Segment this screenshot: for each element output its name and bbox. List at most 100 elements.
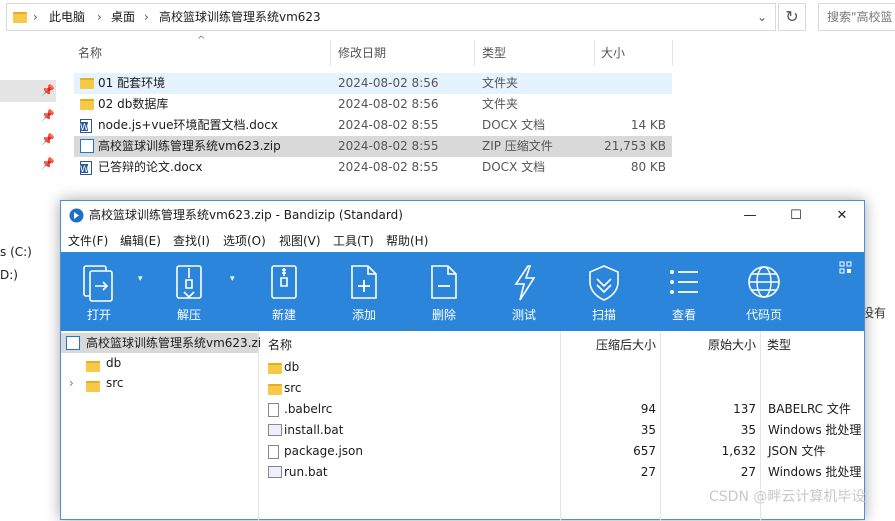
item-original-size: 1,632 [721, 444, 756, 458]
tree-item-db[interactable]: db [61, 353, 258, 373]
extract-label: 解压 [176, 308, 201, 322]
address-bar[interactable]: › 此电脑 › 桌面 › 高校篮球训练管理系统vm623 ⌄ [6, 3, 776, 31]
new-archive-button[interactable]: 新建 [244, 252, 324, 331]
list-item[interactable]: db [260, 357, 864, 378]
folder-icon [13, 12, 27, 23]
codepage-button[interactable]: 代码页 [724, 252, 804, 331]
item-type: Windows 批处理 [768, 465, 862, 479]
drive-d[interactable]: D:) [0, 268, 18, 282]
chevron-down-icon[interactable]: ▾ [138, 274, 143, 284]
breadcrumb-this-pc[interactable]: 此电脑 [49, 4, 85, 30]
menu-find[interactable]: 查找(I) [173, 230, 210, 252]
list-item[interactable]: src [260, 378, 864, 399]
item-compressed-size: 27 [640, 465, 656, 479]
view-button[interactable]: 查看 [644, 252, 724, 331]
minimize-button[interactable]: — [727, 201, 773, 230]
close-button[interactable]: ✕ [819, 201, 865, 230]
breadcrumb-folder[interactable]: 高校篮球训练管理系统vm623 [159, 4, 321, 30]
new-archive-icon [271, 265, 297, 299]
file-name: 已答辩的论文.docx [98, 160, 203, 174]
column-name[interactable]: 名称 [268, 336, 292, 353]
title-bar[interactable]: 高校篮球训练管理系统vm623.zip - Bandizip (Standard… [61, 201, 864, 230]
chevron-right-icon: › [144, 10, 149, 24]
batch-file-icon [268, 466, 282, 478]
bandizip-logo-icon [69, 208, 84, 223]
chevron-right-icon: › [97, 10, 102, 24]
item-type: JSON 文件 [768, 444, 826, 458]
add-button[interactable]: 添加 [324, 252, 404, 331]
file-row[interactable]: node.js+vue环境配置文档.docx 2024-08-02 8:55 D… [74, 115, 672, 136]
bandizip-window: 高校篮球训练管理系统vm623.zip - Bandizip (Standard… [60, 200, 865, 521]
folder-icon [80, 78, 94, 89]
tree-item-src[interactable]: › src [61, 373, 258, 393]
divider [594, 40, 595, 66]
maximize-button[interactable]: ☐ [773, 201, 819, 230]
scan-button[interactable]: 扫描 [564, 252, 644, 331]
column-size[interactable]: 大小 [601, 46, 625, 60]
layout-grid-icon[interactable] [839, 261, 852, 274]
breadcrumb-desktop[interactable]: 桌面 [111, 4, 135, 30]
zip-icon [80, 139, 94, 153]
menu-view[interactable]: 视图(V) [279, 230, 321, 252]
file-row-selected[interactable]: 高校篮球训练管理系统vm623.zip 2024-08-02 8:55 ZIP … [74, 136, 672, 157]
open-button[interactable]: 打开 [59, 252, 139, 331]
item-original-size: 27 [740, 465, 756, 479]
chevron-right-icon[interactable]: › [69, 373, 74, 393]
file-row[interactable]: 01 配套环境 2024-08-02 8:56 文件夹 [74, 73, 672, 94]
item-compressed-size: 657 [633, 444, 656, 458]
sort-up-icon: ^ [407, 327, 416, 338]
extract-icon [176, 265, 202, 299]
word-doc-icon [80, 161, 92, 175]
menu-help[interactable]: 帮助(H) [386, 230, 428, 252]
file-size: 21,753 KB [604, 139, 666, 153]
delete-button[interactable]: 删除 [404, 252, 484, 331]
folder-tree: 高校篮球训练管理系统vm623.zi db › src [61, 331, 261, 521]
drive-c[interactable]: s (C:) [0, 245, 32, 259]
menu-file[interactable]: 文件(F) [68, 230, 108, 252]
divider [474, 40, 475, 66]
file-date: 2024-08-02 8:55 [338, 160, 439, 174]
chevron-right-icon: › [33, 10, 38, 24]
file-name: 高校篮球训练管理系统vm623.zip [98, 139, 281, 153]
list-view-icon [670, 270, 698, 294]
list-item[interactable]: install.bat 35 35 Windows 批处理 [260, 420, 864, 441]
pin-icon: 📌 [41, 157, 55, 170]
file-type: 文件夹 [482, 97, 519, 111]
file-name: 01 配套环境 [98, 76, 166, 90]
item-original-size: 137 [733, 402, 756, 416]
column-compressed[interactable]: 压缩后大小 [596, 336, 656, 353]
file-type: 文件夹 [482, 76, 519, 90]
column-type[interactable]: 类型 [767, 336, 791, 353]
column-name[interactable]: 名称 [78, 46, 102, 60]
list-item[interactable]: package.json 657 1,632 JSON 文件 [260, 441, 864, 462]
menu-options[interactable]: 选项(O) [223, 230, 266, 252]
list-item[interactable]: run.bat 27 27 Windows 批处理 [260, 462, 864, 483]
toolbar: 打开 ▾ 解压 ▾ 新建 添加 删除 测试 扫描 查看 代码页 [61, 252, 864, 331]
open-label: 打开 [86, 308, 111, 322]
file-icon [268, 445, 279, 459]
refresh-icon[interactable]: ↻ [778, 3, 806, 31]
extract-button[interactable]: 解压 [149, 252, 229, 331]
watermark: CSDN @畔云计算机毕设 [709, 489, 866, 505]
file-date: 2024-08-02 8:56 [338, 76, 439, 90]
add-file-icon [351, 265, 377, 299]
file-row[interactable]: 02 db数据库 2024-08-02 8:56 文件夹 [74, 94, 672, 115]
delete-label: 删除 [431, 308, 456, 322]
search-input[interactable]: 搜索"高校篮 [818, 3, 895, 31]
list-item[interactable]: .babelrc 94 137 BABELRC 文件 [260, 399, 864, 420]
pin-icon: 📌 [41, 109, 55, 122]
scan-label: 扫描 [591, 308, 616, 322]
tree-item-archive[interactable]: 高校篮球训练管理系统vm623.zi [61, 333, 261, 353]
file-icon [268, 403, 279, 417]
menu-tools[interactable]: 工具(T) [333, 230, 374, 252]
column-original[interactable]: 原始大小 [708, 336, 756, 353]
file-row[interactable]: 已答辩的论文.docx 2024-08-02 8:55 DOCX 文档 80 K… [74, 157, 672, 178]
folder-icon [80, 99, 94, 110]
column-date[interactable]: 修改日期 [338, 46, 386, 60]
file-date: 2024-08-02 8:56 [338, 97, 439, 111]
menu-edit[interactable]: 编辑(E) [120, 230, 161, 252]
test-button[interactable]: 测试 [484, 252, 564, 331]
column-type[interactable]: 类型 [482, 46, 506, 60]
chevron-down-icon[interactable]: ⌄ [757, 4, 767, 30]
chevron-down-icon[interactable]: ▾ [230, 274, 235, 284]
